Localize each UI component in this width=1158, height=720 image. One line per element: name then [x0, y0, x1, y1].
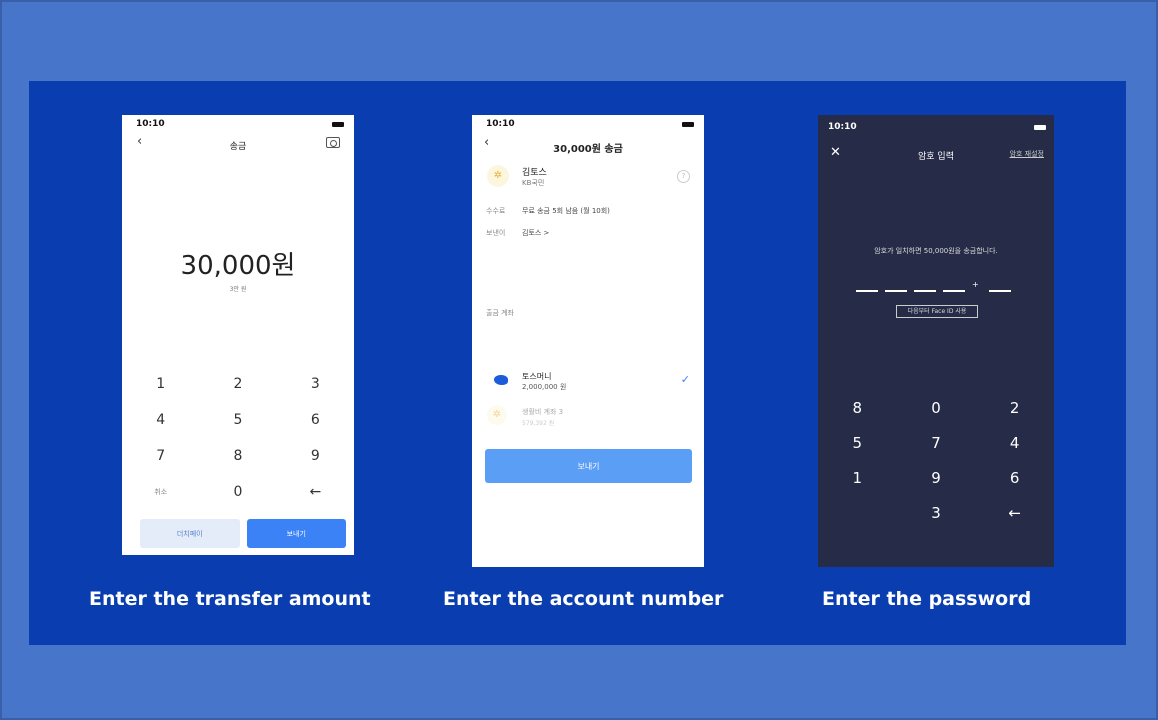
digit-slot	[943, 290, 965, 292]
faceid-checkbox[interactable]: 다음부터 Face ID 사용	[896, 305, 978, 318]
key-0[interactable]: 0	[199, 482, 276, 502]
keypad: 1 2 3 4 5 6 7 8 9 취소 0 ←	[122, 374, 354, 502]
status-time: 10:10	[136, 119, 165, 129]
key-2[interactable]: 2	[199, 374, 276, 394]
status-time: 10:10	[486, 119, 515, 129]
amount-display: 30,000원	[180, 251, 296, 281]
account-section-label: 출금 계좌	[486, 309, 514, 317]
recipient-bank: KB국민	[522, 179, 545, 187]
key-5[interactable]: 5	[199, 410, 276, 430]
fee-value: 무료 송금 5회 남음 (월 10회)	[522, 207, 610, 215]
status-time: 10:10	[828, 122, 857, 132]
dutch-pay-button[interactable]: 더치페이	[140, 519, 240, 548]
password-digits: +	[856, 280, 1011, 292]
key-9[interactable]: 9	[897, 468, 976, 488]
account2-balance: 579,392 원	[522, 420, 555, 427]
key-5[interactable]: 5	[818, 433, 897, 453]
amount-korean: 3만 원	[229, 286, 247, 293]
help-icon[interactable]: ?	[677, 170, 690, 183]
battery-icon	[1034, 125, 1046, 130]
digit-slot	[988, 290, 1011, 292]
fee-label: 수수료	[486, 207, 506, 215]
phone-password: 10:10 ✕ 암호 입력 암호 재설정 암호가 일치하면 50,000원을 송…	[818, 115, 1054, 567]
key-1[interactable]: 1	[818, 468, 897, 488]
account1-balance: 2,000,000 원	[522, 383, 567, 391]
reset-password-link[interactable]: 암호 재설정	[1010, 149, 1044, 159]
send-button[interactable]: 보내기	[246, 519, 346, 548]
sender-label: 보낸이	[486, 229, 506, 237]
sender-value[interactable]: 김토스 >	[522, 228, 549, 238]
key-2[interactable]: 2	[975, 398, 1054, 418]
digit-slot	[856, 290, 878, 292]
key-4[interactable]: 4	[122, 410, 199, 430]
key-6[interactable]: 6	[277, 410, 354, 430]
backspace-key[interactable]: ←	[975, 503, 1054, 523]
key-7[interactable]: 7	[122, 446, 199, 466]
key-7[interactable]: 7	[897, 433, 976, 453]
camera-icon[interactable]	[326, 137, 340, 148]
digit-slot	[914, 290, 936, 292]
battery-icon	[682, 122, 694, 127]
key-6[interactable]: 6	[975, 468, 1054, 488]
key-0[interactable]: 0	[897, 398, 976, 418]
recipient-name: 김토스	[522, 168, 547, 178]
key-8[interactable]: 8	[199, 446, 276, 466]
account2-name[interactable]: 생활비 계좌 3	[522, 407, 563, 417]
key-1[interactable]: 1	[122, 374, 199, 394]
backspace-key[interactable]: ←	[277, 482, 354, 502]
secure-keypad: 8 0 2 5 7 4 1 9 6 3 ←	[818, 398, 1054, 523]
account1-name[interactable]: 토스머니	[522, 371, 551, 382]
digit-slot	[885, 290, 907, 292]
send-button[interactable]: 보내기	[485, 449, 692, 483]
key-9[interactable]: 9	[277, 446, 354, 466]
caption-transfer-amount: Enter the transfer amount	[89, 588, 371, 610]
main-panel: 10:10 ‹ 송금 30,000원 3만 원 1 2 3 4 5 6 7 8 …	[29, 81, 1126, 645]
action-buttons: 더치페이 보내기	[140, 519, 346, 548]
key-8[interactable]: 8	[818, 398, 897, 418]
key-cancel[interactable]: 취소	[122, 482, 199, 502]
key-empty	[818, 503, 897, 523]
phone-transfer-amount: 10:10 ‹ 송금 30,000원 3만 원 1 2 3 4 5 6 7 8 …	[122, 115, 354, 555]
key-4[interactable]: 4	[975, 433, 1054, 453]
password-message: 암호가 일치하면 50,000원을 송금합니다.	[874, 247, 998, 255]
caption-password: Enter the password	[822, 588, 1032, 610]
bank-logo-icon: ✲	[487, 405, 507, 425]
key-3[interactable]: 3	[277, 374, 354, 394]
caption-account-number: Enter the account number	[443, 588, 724, 610]
screen-title: 송금	[229, 142, 247, 152]
check-icon: ✓	[680, 373, 690, 386]
toss-logo-icon	[494, 375, 508, 385]
key-3[interactable]: 3	[897, 503, 976, 523]
asterisk-icon: +	[972, 280, 979, 289]
phone-account-select: 10:10 ‹ 30,000원 송금 ✲ 김토스 KB국민 ? 수수료 무료 송…	[472, 115, 704, 567]
bank-logo-icon: ✲	[487, 165, 509, 187]
screen-title: 30,000원 송금	[553, 144, 623, 155]
battery-icon	[332, 122, 344, 127]
